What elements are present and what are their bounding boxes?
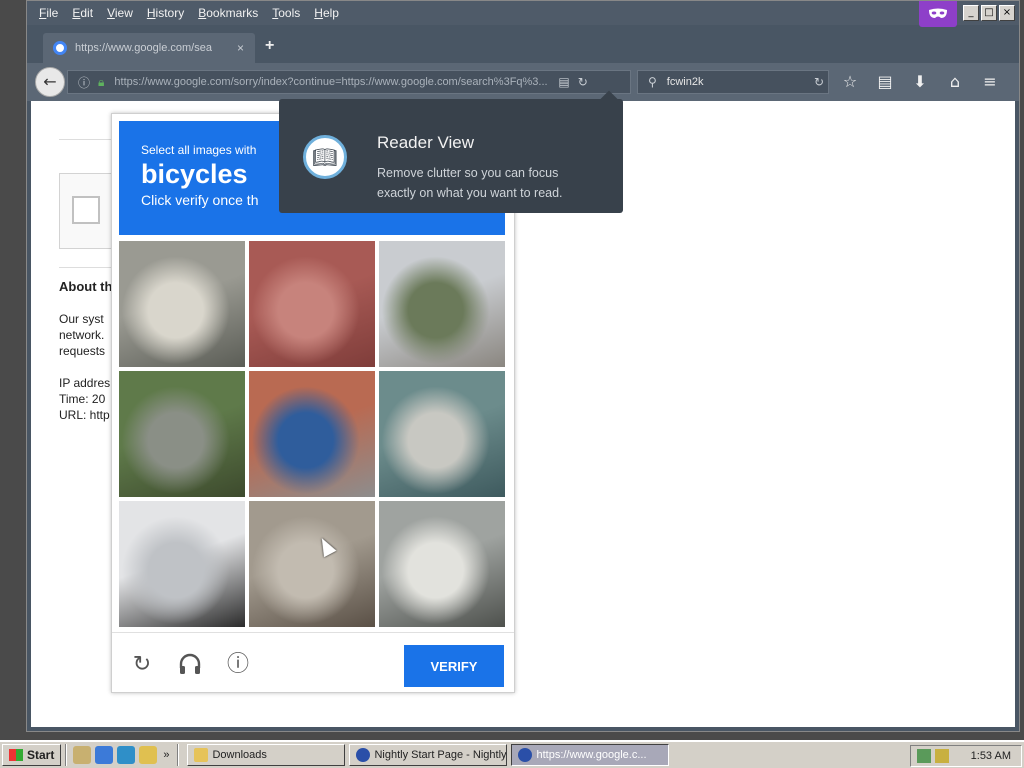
url-text[interactable]: https://www.google.com/sorry/index?conti… [114,76,554,88]
captcha-tile-bicycle-person[interactable] [249,501,375,627]
url-bar[interactable]: ⓘ 🔒︎ https://www.google.com/sorry/index?… [67,70,631,94]
reader-view-icon[interactable]: ▤ [558,75,569,89]
toolbar-icons: ☆ ▤ ⬇ ⌂ ≡ [839,71,1001,93]
captcha-tile-van[interactable] [379,501,505,627]
maximize-button[interactable]: □ [981,5,997,21]
bookmark-star-icon[interactable]: ☆ [839,71,861,93]
task-nightly-start[interactable]: Nightly Start Page - Nightly [349,744,508,766]
tab-close-icon[interactable]: × [237,41,244,55]
menu-view[interactable]: View [101,6,139,20]
taskbar-separator [177,744,180,766]
captcha-tile-bus[interactable] [249,371,375,497]
folder-icon [194,748,209,762]
close-window-button[interactable]: × [999,5,1015,21]
hamburger-menu-icon[interactable]: ≡ [979,71,1001,93]
audio-challenge-headphones-icon[interactable] [176,651,204,679]
info-icon[interactable]: ⓘ [78,74,90,91]
downloads-icon[interactable]: ⬇ [909,71,931,93]
captcha-image-grid [119,241,505,627]
reload-icon[interactable]: ↻ [578,75,588,89]
captcha-tile-house-tree[interactable] [379,241,505,367]
explorer-quicklaunch-icon[interactable] [139,746,158,764]
divider [59,267,119,268]
recaptcha-checkbox-card [59,173,119,249]
volume-tray-icon[interactable] [935,749,949,763]
quicklaunch-more-icon[interactable]: » [163,749,169,761]
recaptcha-checkbox[interactable] [72,196,100,224]
menu-tools[interactable]: Tools [266,6,306,20]
task-label: https://www.google.c... [536,749,647,761]
search-reload-icon[interactable]: ↻ [814,75,824,89]
captcha-footer: ↻ ⓘ VERIFY [112,632,514,694]
captcha-tile-car[interactable] [119,241,245,367]
menu-help[interactable]: Help [308,6,345,20]
task-label: Nightly Start Page - Nightly [374,749,507,761]
google-favicon-icon [53,41,67,55]
verify-button[interactable]: VERIFY [404,645,504,687]
clock: 1:53 AM [970,750,1011,762]
menubar: File Edit View History Bookmarks Tools H… [27,1,1019,25]
captcha-tile-bicycle[interactable] [249,241,375,367]
browser-window: File Edit View History Bookmarks Tools H… [26,0,1020,732]
reload-challenge-icon[interactable]: ↻ [128,651,156,679]
search-icon: ⚲ [648,75,657,89]
task-downloads[interactable]: Downloads [187,744,346,766]
task-label: Downloads [212,749,267,761]
ie-quicklaunch-icon[interactable] [95,746,114,764]
window-controls: _ □ × [963,5,1015,21]
back-button[interactable]: ← [35,67,65,97]
reader-view-popup: 📖︎ Reader View Remove clutter so you can… [279,90,623,213]
captcha-tile-cyclist[interactable] [119,501,245,627]
search-bar[interactable]: ⚲ fcwin2k ↻ [637,70,829,94]
task-google[interactable]: https://www.google.c... [511,744,670,766]
captcha-tile-road-forest[interactable] [119,371,245,497]
home-icon[interactable]: ⌂ [944,71,966,93]
windows-logo-icon [9,749,23,761]
minimize-button[interactable]: _ [963,5,979,21]
lock-icon[interactable]: 🔒︎ [98,75,104,90]
menu-edit[interactable]: Edit [66,6,99,20]
start-button[interactable]: Start [2,744,62,766]
new-tab-button[interactable]: + [265,37,274,55]
paragraph-line: Our syst [59,312,104,326]
about-heading: About th [59,279,113,294]
menu-bookmarks[interactable]: Bookmarks [192,6,264,20]
nightly-globe-icon [356,748,371,762]
desktop-quicklaunch-icon[interactable] [73,746,92,764]
paragraph-line: requests [59,344,106,358]
private-browsing-mask-icon [919,1,957,27]
system-tray: 1:53 AM [910,745,1022,767]
reader-view-book-icon: 📖︎ [303,135,347,179]
divider [59,139,119,140]
taskbar: Start » Downloads Nightly Start Page - N… [0,740,1024,768]
reader-view-title: Reader View [377,133,475,152]
reader-view-description: Remove clutter so you can focus exactly … [377,166,563,200]
bookmarks-list-icon[interactable]: ▤ [874,71,896,93]
help-info-icon[interactable]: ⓘ [224,651,252,679]
captcha-tile-blurry[interactable] [379,371,505,497]
network-tray-icon[interactable] [917,749,931,763]
tab-title: https://www.google.com/sea [75,42,212,54]
nightly-globe-icon [518,748,533,762]
navigation-bar: ← ⓘ 🔒︎ https://www.google.com/sorry/inde… [27,63,1019,101]
outlook-quicklaunch-icon[interactable] [117,746,136,764]
info-line: URL: http [59,408,110,422]
start-label: Start [27,748,55,762]
menu-history[interactable]: History [141,6,190,20]
tab-bar: https://www.google.com/sea × + [27,25,1019,63]
taskbar-separator [65,744,68,766]
tab-google[interactable]: https://www.google.com/sea × [43,33,255,63]
menu-file[interactable]: File [33,6,64,20]
info-line: Time: 20 [59,392,106,406]
info-line: IP addres [59,376,111,390]
search-input[interactable]: fcwin2k [667,76,810,88]
paragraph-line: network. [59,328,105,342]
